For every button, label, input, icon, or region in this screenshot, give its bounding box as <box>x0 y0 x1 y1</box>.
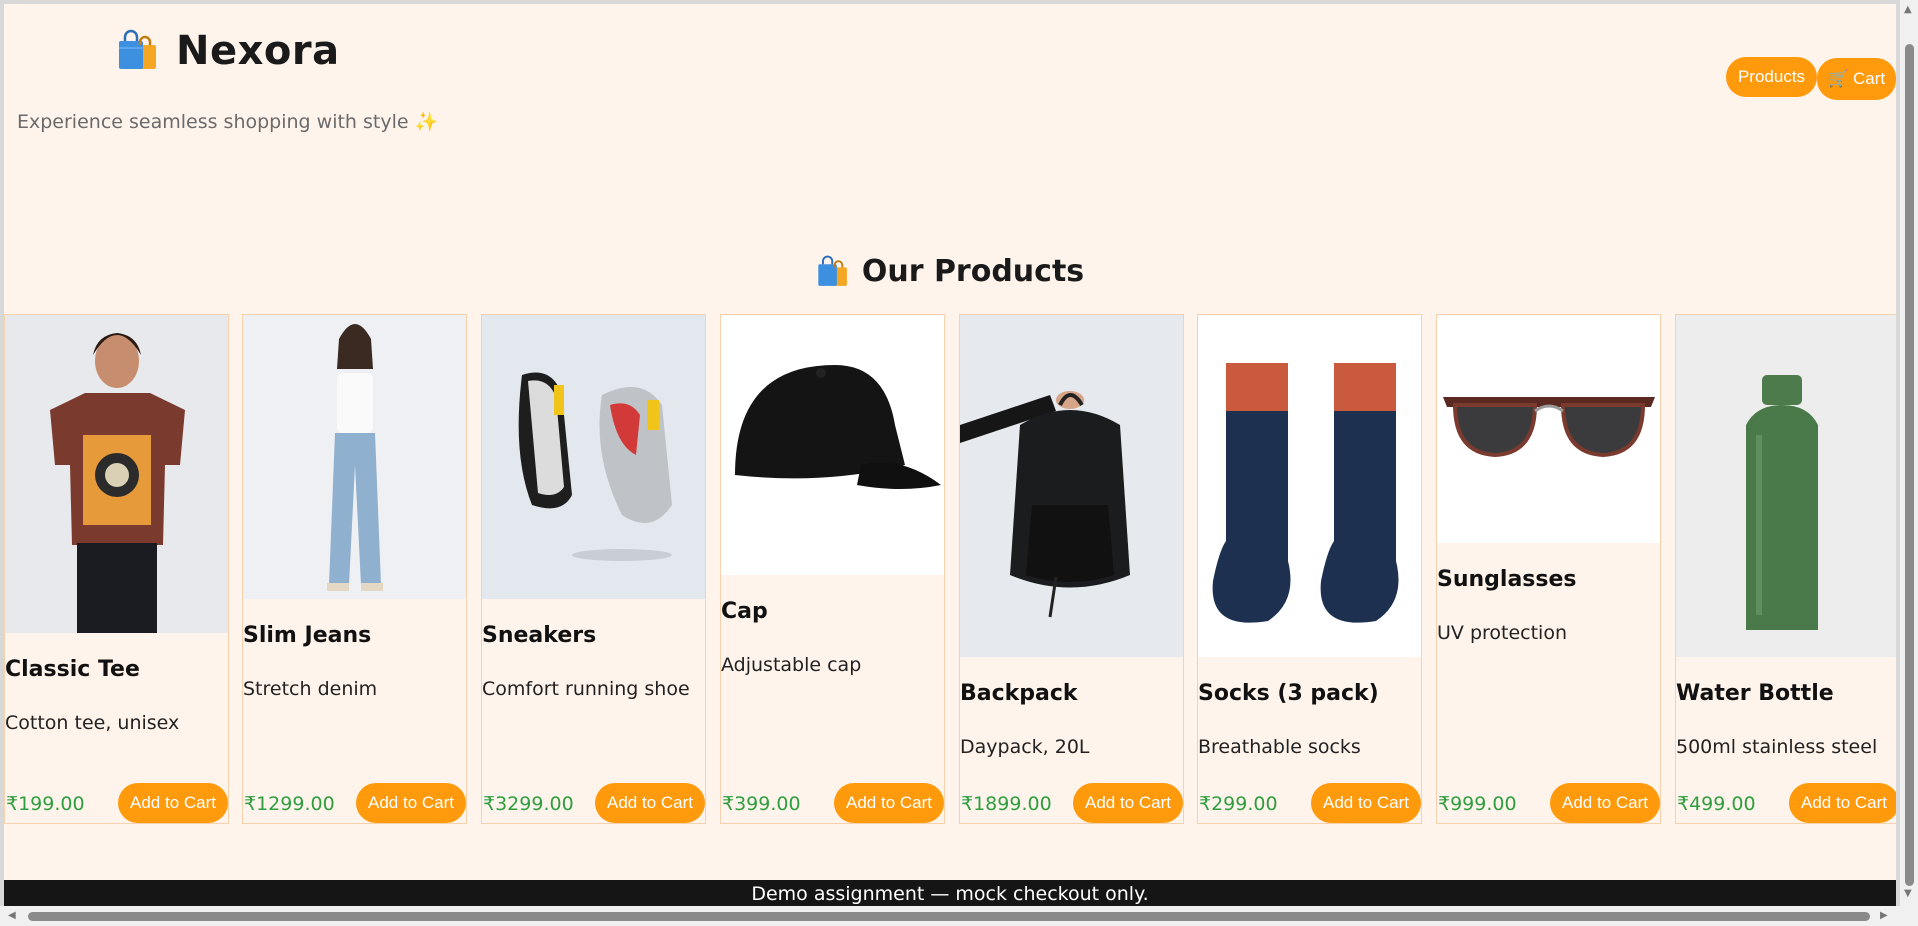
product-desc: Breathable socks <box>1198 736 1361 758</box>
product-image <box>1437 315 1660 543</box>
tagline: Experience seamless shopping with style … <box>17 110 438 133</box>
product-image <box>960 315 1183 657</box>
products-label: Products <box>1737 67 1806 86</box>
add-to-cart-button[interactable]: Add to Cart <box>118 783 228 823</box>
page: Nexora Experience seamless shopping with… <box>4 4 1896 906</box>
product-card: Backpack Daypack, 20L ₹1899.00 Add to Ca… <box>959 314 1184 824</box>
product-card: Sunglasses UV protection ₹999.00 Add to … <box>1436 314 1661 824</box>
scroll-right-icon[interactable]: ▶ <box>1880 910 1888 921</box>
footer: Demo assignment — mock checkout only. <box>4 880 1896 906</box>
product-image <box>1198 315 1421 657</box>
product-image <box>5 315 228 633</box>
horizontal-scroll-thumb[interactable] <box>28 912 1870 921</box>
product-card: Water Bottle 500ml stainless steel ₹499.… <box>1675 314 1896 824</box>
product-price: ₹499.00 <box>1677 793 1756 815</box>
cart-button[interactable]: 🛒 Cart <box>1817 58 1896 100</box>
product-desc: Cotton tee, unisex <box>5 712 180 734</box>
horizontal-scrollbar[interactable]: ◀ ▶ <box>0 906 1918 926</box>
product-card: Socks (3 pack) Breathable socks ₹299.00 … <box>1197 314 1422 824</box>
product-price: ₹1299.00 <box>244 793 335 815</box>
product-desc: Stretch denim <box>243 678 378 700</box>
add-to-cart-button[interactable]: Add to Cart <box>356 783 466 823</box>
add-to-cart-button[interactable]: Add to Cart <box>834 783 944 823</box>
product-card: Classic Tee Cotton tee, unisex ₹199.00 A… <box>4 314 229 824</box>
product-desc: 500ml stainless steel <box>1676 736 1878 758</box>
product-image <box>243 315 466 599</box>
sparkle-icon: ✨ <box>414 111 439 133</box>
product-image <box>1676 315 1896 657</box>
brand[interactable]: Nexora <box>116 28 340 74</box>
scroll-left-icon[interactable]: ◀ <box>8 910 16 921</box>
product-name: Water Bottle <box>1676 681 1834 706</box>
add-to-cart-button[interactable]: Add to Cart <box>1789 783 1896 823</box>
add-to-cart-button[interactable]: Add to Cart <box>1550 783 1660 823</box>
product-price: ₹299.00 <box>1199 793 1278 815</box>
tagline-text: Experience seamless shopping with style <box>17 111 409 133</box>
product-desc: UV protection <box>1437 622 1568 644</box>
product-desc: Daypack, 20L <box>960 736 1090 758</box>
vertical-scrollbar[interactable]: ▲ ▼ <box>1900 0 1918 906</box>
section-title-text: Our Products <box>861 254 1085 289</box>
top-nav: Products 🛒 Cart <box>1726 57 1896 100</box>
product-name: Sunglasses <box>1437 567 1577 592</box>
section-title: Our Products <box>4 254 1896 289</box>
scroll-down-icon[interactable]: ▼ <box>1904 888 1912 899</box>
product-name: Backpack <box>960 681 1078 706</box>
product-desc: Adjustable cap <box>721 654 862 676</box>
product-card: Sneakers Comfort running shoe ₹3299.00 A… <box>481 314 706 824</box>
product-name: Socks (3 pack) <box>1198 681 1379 706</box>
product-name: Cap <box>721 599 768 624</box>
product-price: ₹1899.00 <box>961 793 1052 815</box>
product-price: ₹199.00 <box>6 793 85 815</box>
products-button[interactable]: Products <box>1726 57 1817 97</box>
product-price: ₹999.00 <box>1438 793 1517 815</box>
product-card: Cap Adjustable cap ₹399.00 Add to Cart <box>720 314 945 824</box>
product-image <box>482 315 705 599</box>
cart-icon: 🛒 <box>1827 69 1850 88</box>
cart-label: Cart <box>1853 69 1886 88</box>
product-price: ₹399.00 <box>722 793 801 815</box>
product-card: Slim Jeans Stretch denim ₹1299.00 Add to… <box>242 314 467 824</box>
add-to-cart-button[interactable]: Add to Cart <box>595 783 705 823</box>
add-to-cart-button[interactable]: Add to Cart <box>1073 783 1183 823</box>
scroll-up-icon[interactable]: ▲ <box>1904 4 1912 15</box>
brand-name: Nexora <box>176 28 340 74</box>
product-image <box>721 315 944 575</box>
add-to-cart-button[interactable]: Add to Cart <box>1311 783 1421 823</box>
shopping-bags-icon <box>818 255 847 286</box>
product-name: Sneakers <box>482 623 597 648</box>
product-price: ₹3299.00 <box>483 793 574 815</box>
product-name: Slim Jeans <box>243 623 372 648</box>
product-desc: Comfort running shoe <box>482 678 690 700</box>
product-name: Classic Tee <box>5 657 140 682</box>
vertical-scroll-thumb[interactable] <box>1905 44 1914 886</box>
shopping-bags-icon <box>116 29 160 73</box>
